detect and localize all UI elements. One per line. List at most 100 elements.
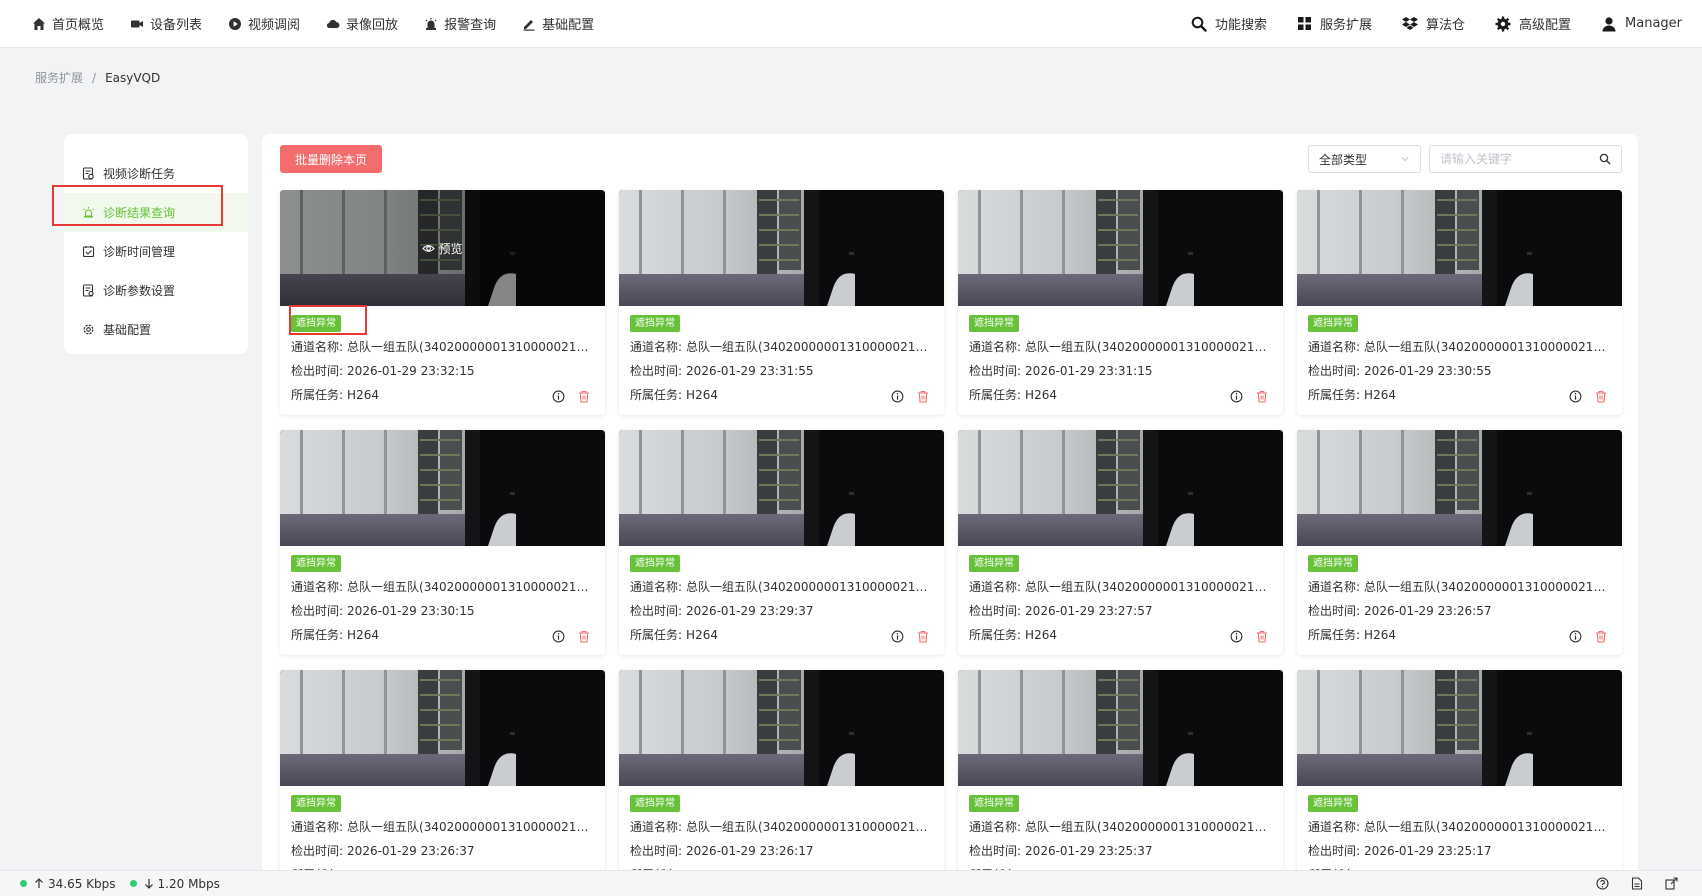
nav-item-home[interactable]: 首页概览: [32, 14, 104, 33]
snapshot-thumbnail[interactable]: [280, 670, 605, 786]
task-label: 所属任务:: [1308, 628, 1361, 642]
info-icon[interactable]: [1569, 390, 1582, 403]
search-input[interactable]: [1440, 152, 1590, 166]
channel-label: 通道名称:: [1308, 580, 1361, 594]
breadcrumb-parent[interactable]: 服务扩展: [35, 69, 83, 86]
channel-value: 总队一组五队(34020000001310000021_340...: [1364, 820, 1611, 834]
nav-item-feature-search[interactable]: 功能搜索: [1191, 14, 1267, 33]
nav-item-devices[interactable]: 设备列表: [130, 14, 202, 33]
snapshot-thumbnail[interactable]: [958, 190, 1283, 306]
result-card[interactable]: 遮挡异常 通道名称: 总队一组五队(34020000001310000021_34…: [619, 670, 944, 874]
delete-icon[interactable]: [1595, 630, 1607, 643]
result-card[interactable]: 遮挡异常 通道名称: 总队一组五队(34020000001310000021_34…: [958, 430, 1283, 655]
result-card[interactable]: 遮挡异常 通道名称: 总队一组五队(34020000001310000021_34…: [958, 190, 1283, 415]
task-value: H264: [1364, 628, 1396, 642]
snapshot-image: [280, 430, 605, 546]
result-card[interactable]: 遮挡异常 通道名称: 总队一组五队(34020000001310000021_34…: [1297, 190, 1622, 415]
info-icon[interactable]: [1230, 390, 1243, 403]
result-card[interactable]: 遮挡异常 通道名称: 总队一组五队(34020000001310000021_34…: [619, 430, 944, 655]
snapshot-thumbnail[interactable]: [619, 430, 944, 546]
card-body: 遮挡异常 通道名称: 总队一组五队(34020000001310000021_34…: [958, 546, 1283, 655]
nav-item-user[interactable]: Manager: [1601, 16, 1682, 32]
time-value: 2026-01-29 23:31:55: [686, 364, 814, 378]
result-card[interactable]: 遮挡异常 通道名称: 总队一组五队(34020000001310000021_34…: [958, 670, 1283, 874]
search-icon[interactable]: [1599, 153, 1611, 165]
result-card[interactable]: 遮挡异常 通道名称: 总队一组五队(34020000001310000021_34…: [280, 670, 605, 874]
sidebar-item-diagnosis-task[interactable]: 视频诊断任务: [64, 154, 248, 193]
arrow-down-icon: [144, 879, 153, 889]
snapshot-thumbnail[interactable]: 预览: [280, 190, 605, 306]
status-badge: 遮挡异常: [969, 315, 1019, 332]
delete-icon[interactable]: [578, 390, 590, 403]
nav-label: 报警查询: [444, 18, 497, 33]
sidebar-item-basic-config[interactable]: 基础配置: [64, 310, 248, 349]
snapshot-thumbnail[interactable]: [280, 430, 605, 546]
nav-item-video[interactable]: 视频调阅: [228, 14, 300, 33]
delete-icon[interactable]: [1595, 390, 1607, 403]
result-card[interactable]: 遮挡异常 通道名称: 总队一组五队(34020000001310000021_34…: [1297, 430, 1622, 655]
time-label: 检出时间:: [1308, 604, 1361, 618]
nav-item-service-ext[interactable]: 服务扩展: [1297, 14, 1372, 33]
export-icon[interactable]: [1665, 877, 1678, 890]
type-select[interactable]: 全部类型: [1308, 145, 1421, 173]
delete-icon[interactable]: [917, 390, 929, 403]
document-icon[interactable]: [1631, 877, 1643, 890]
info-icon[interactable]: [552, 390, 565, 403]
snapshot-thumbnail[interactable]: [1297, 670, 1622, 786]
preview-overlay[interactable]: 预览: [280, 190, 605, 306]
nav-item-alarm[interactable]: 报警查询: [424, 14, 496, 33]
info-icon[interactable]: [1569, 630, 1582, 643]
delete-icon[interactable]: [1256, 630, 1268, 643]
result-card[interactable]: 遮挡异常 通道名称: 总队一组五队(34020000001310000021_34…: [1297, 670, 1622, 874]
alarm-icon: [425, 17, 437, 30]
snapshot-thumbnail[interactable]: [619, 670, 944, 786]
batch-delete-button[interactable]: 批量删除本页: [280, 145, 382, 173]
snapshot-thumbnail[interactable]: [619, 190, 944, 306]
time-value: 2026-01-29 23:30:15: [347, 604, 475, 618]
channel-label: 通道名称:: [1308, 340, 1361, 354]
info-icon[interactable]: [891, 630, 904, 643]
info-icon[interactable]: [1230, 630, 1243, 643]
search-icon: [1191, 16, 1207, 32]
channel-row: 通道名称: 总队一组五队(34020000001310000021_340...: [969, 338, 1272, 356]
channel-value: 总队一组五队(34020000001310000021_340...: [1364, 580, 1611, 594]
help-icon[interactable]: [1596, 877, 1609, 890]
delete-icon[interactable]: [578, 630, 590, 643]
snapshot-image: [1297, 190, 1622, 306]
channel-value: 总队一组五队(34020000001310000021_340...: [686, 340, 933, 354]
download-rate-value: 1.20 Mbps: [157, 876, 220, 891]
sidebar-item-result-query[interactable]: 诊断结果查询: [64, 193, 248, 232]
snapshot-image: [619, 430, 944, 546]
time-value: 2026-01-29 23:26:17: [686, 844, 814, 858]
result-card[interactable]: 预览 遮挡异常 通道名称: 总队一组五队(34020000001310000021…: [280, 190, 605, 415]
sidebar-item-time-manage[interactable]: 诊断时间管理: [64, 232, 248, 271]
result-card[interactable]: 遮挡异常 通道名称: 总队一组五队(34020000001310000021_34…: [280, 430, 605, 655]
result-card[interactable]: 遮挡异常 通道名称: 总队一组五队(34020000001310000021_34…: [619, 190, 944, 415]
snapshot-thumbnail[interactable]: [958, 670, 1283, 786]
nav-item-playback[interactable]: 录像回放: [326, 14, 398, 33]
card-body: 遮挡异常 通道名称: 总队一组五队(34020000001310000021_34…: [280, 546, 605, 655]
breadcrumb-current: EasyVQD: [105, 70, 161, 85]
eye-icon: [422, 244, 436, 252]
snapshot-image: [958, 430, 1283, 546]
nav-label: 算法仓: [1425, 18, 1465, 33]
sidebar-item-param-settings[interactable]: 诊断参数设置: [64, 271, 248, 310]
info-icon[interactable]: [552, 630, 565, 643]
time-row: 检出时间: 2026-01-29 23:30:55: [1308, 362, 1611, 380]
nav-label: Manager: [1625, 16, 1682, 31]
snapshot-thumbnail[interactable]: [1297, 430, 1622, 546]
channel-row: 通道名称: 总队一组五队(34020000001310000021_340...: [630, 818, 933, 836]
status-badge: 遮挡异常: [1308, 555, 1358, 572]
snapshot-thumbnail[interactable]: [958, 430, 1283, 546]
nav-item-algorithm[interactable]: 算法仓: [1401, 14, 1465, 33]
nav-item-config[interactable]: 基础配置: [522, 14, 594, 33]
snapshot-thumbnail[interactable]: [1297, 190, 1622, 306]
search-box: [1429, 145, 1622, 173]
edit-icon: [523, 19, 535, 31]
task-label: 所属任务:: [291, 628, 344, 642]
delete-icon[interactable]: [1256, 390, 1268, 403]
info-icon[interactable]: [891, 390, 904, 403]
delete-icon[interactable]: [917, 630, 929, 643]
time-value: 2026-01-29 23:25:37: [1025, 844, 1153, 858]
nav-item-advanced[interactable]: 高级配置: [1495, 14, 1571, 33]
